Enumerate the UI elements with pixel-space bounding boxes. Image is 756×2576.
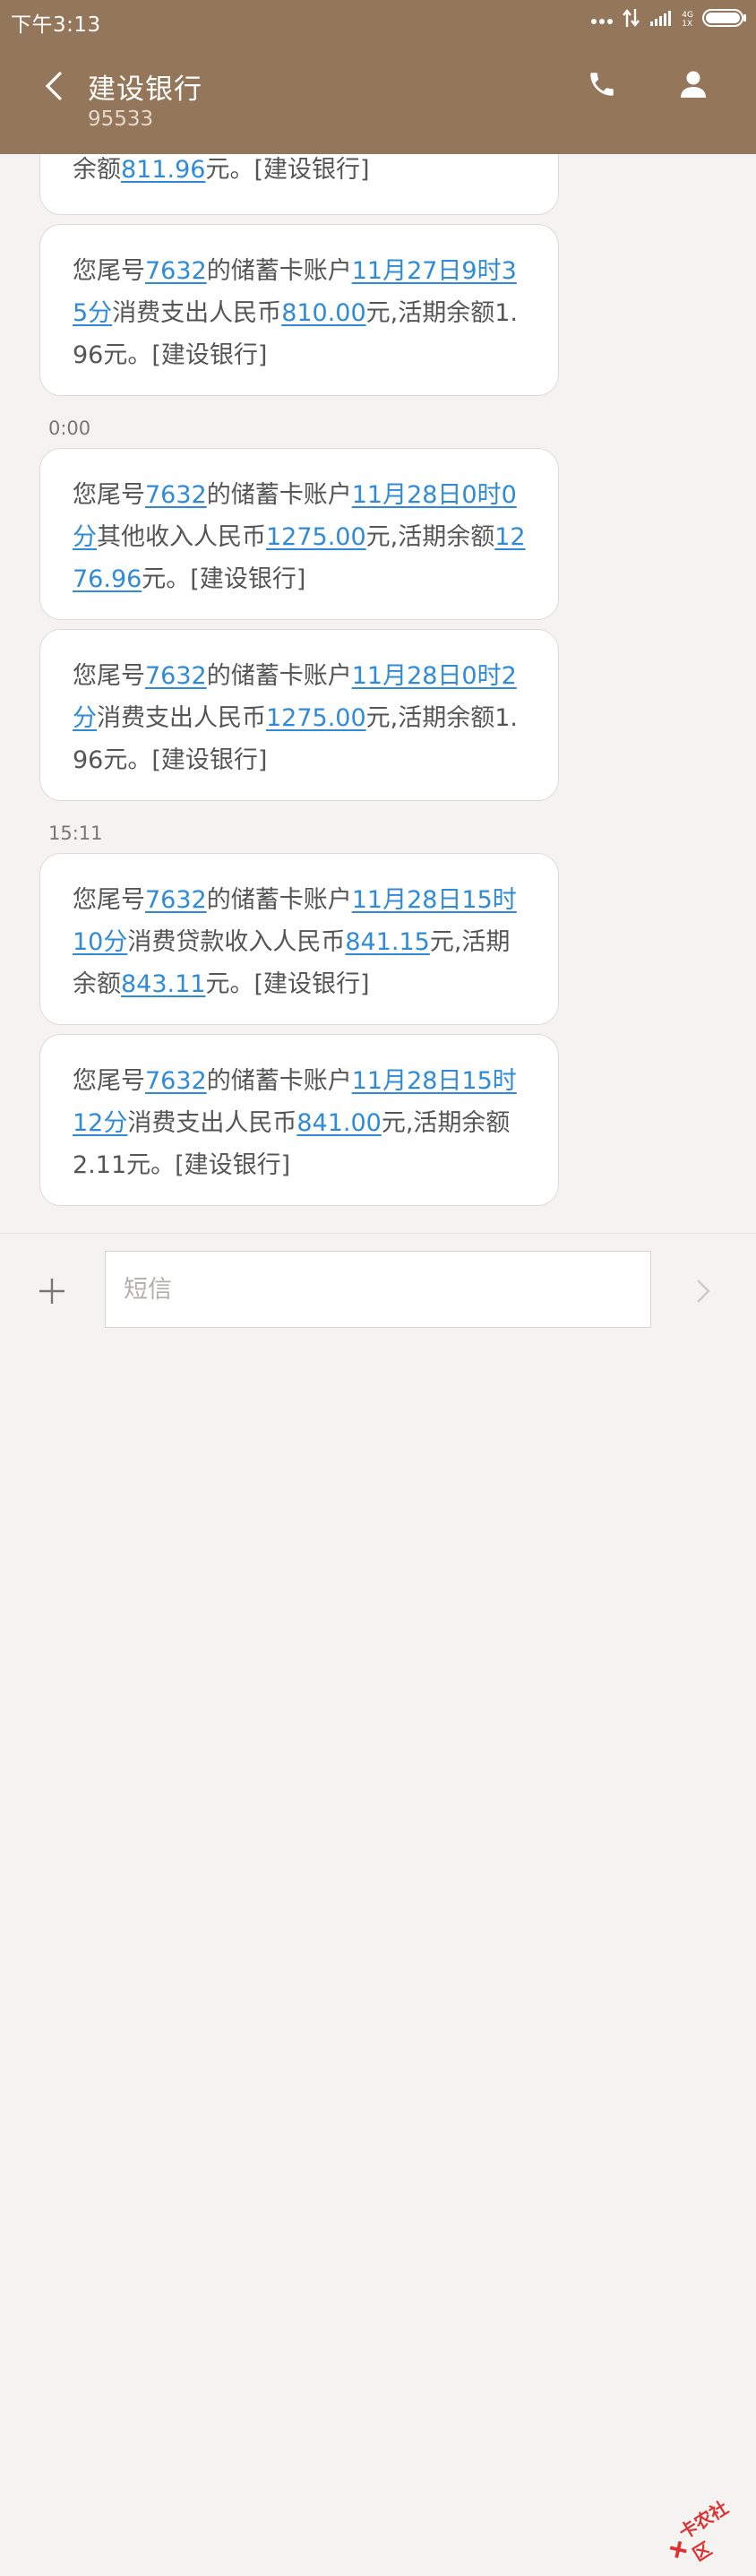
message-text-segment: 元,活期余额 [365,523,495,551]
status-icons: 4G 1X [590,9,747,30]
plus-icon [39,1279,64,1304]
message-text: 您尾号7632的储蓄卡账户11月28日0时0分其他收入人民币1275.00元,活… [73,481,526,593]
person-icon [681,71,706,98]
message-text-segment: 消费支出人民币 [112,299,282,327]
chevron-right-icon [697,1279,710,1303]
message-bubble[interactable]: 您尾号7632的储蓄卡账户11月28日0时2分消费支出人民币1275.00元,活… [39,629,559,801]
message-text-segment: 您尾号 [73,481,145,509]
message-link[interactable]: 1275.00 [266,523,366,551]
message-link[interactable]: 841.00 [296,1109,381,1137]
message-link[interactable]: 7632 [145,481,207,509]
message-text-segment: 消费支出人民币 [97,704,266,732]
contact-number: 95533 [88,108,154,131]
more-dots-icon [590,12,614,29]
network-type-label: 4G 1X [682,11,693,29]
message-link[interactable]: 7632 [145,662,207,690]
message-text-segment: 您尾号 [73,886,145,914]
message-link[interactable]: 811.96 [121,156,205,184]
message-text-segment: 其他收入人民币 [97,523,266,551]
status-time: 下午3:13 [11,13,101,37]
back-button[interactable] [36,65,72,108]
message-text-segment: 元。[建设银行] [205,970,370,998]
message-text-segment: 的储蓄卡账户 [206,886,352,914]
message-link[interactable]: 7632 [145,1067,207,1095]
send-button[interactable] [690,1271,717,1311]
message-timestamp: 0:00 [48,418,91,439]
message-timestamp: 15:11 [48,823,103,844]
conversation-header: 建设银行 95533 [0,39,756,154]
message-link[interactable]: 7632 [145,886,207,914]
message-text-segment: 的储蓄卡账户 [206,257,352,285]
watermark: 卡农社区 [660,2490,756,2572]
message-text-segment: 您尾号 [73,662,145,690]
sms-input[interactable] [105,1251,651,1328]
contact-name: 建设银行 [88,73,202,106]
message-text-segment: 消费支出人民币 [127,1109,297,1137]
call-button[interactable] [582,65,622,104]
message-text: 余额811.96元。[建设银行] [73,154,370,191]
status-bar: 下午3:13 4G 1X [0,0,756,39]
message-text-segment: 消费贷款收入人民币 [127,928,346,956]
add-attachment-button[interactable] [32,1271,72,1311]
message-text-segment: 的储蓄卡账户 [206,1067,352,1095]
message-text-segment: 的储蓄卡账户 [206,662,352,690]
data-transfer-icon [623,8,640,31]
message-bubble[interactable]: 余额811.96元。[建设银行] [39,154,559,215]
message-text-segment: 元。[建设银行] [142,565,306,593]
battery-icon [702,9,747,30]
message-link[interactable]: 810.00 [281,299,365,327]
message-bubble[interactable]: 您尾号7632的储蓄卡账户11月27日9时35分消费支出人民币810.00元,活… [39,224,559,396]
message-bubble[interactable]: 您尾号7632的储蓄卡账户11月28日15时10分消费贷款收入人民币841.15… [39,853,559,1025]
phone-icon [590,73,614,96]
message-bubble[interactable]: 您尾号7632的储蓄卡账户11月28日0时0分其他收入人民币1275.00元,活… [39,448,559,620]
message-text-segment: 您尾号 [73,1067,145,1095]
message-composer: 卡农社区 [0,1233,756,2565]
message-text-segment: 的储蓄卡账户 [206,481,352,509]
message-text-segment: 元。[建设银行] [205,156,370,184]
message-link[interactable]: 841.15 [345,928,429,956]
contact-profile-button[interactable] [674,65,713,104]
message-text: 您尾号7632的储蓄卡账户11月28日15时10分消费贷款收入人民币841.15… [73,886,517,998]
message-text-segment: 余额 [73,156,121,184]
message-link[interactable]: 7632 [145,257,207,285]
message-thread[interactable]: 余额811.96元。[建设银行] 您尾号7632的储蓄卡账户11月27日9时35… [0,154,756,1233]
message-bubble[interactable]: 您尾号7632的储蓄卡账户11月28日15时12分消费支出人民币841.00元,… [39,1034,559,1206]
signal-icon [649,9,673,30]
message-text-segment: 您尾号 [73,257,145,285]
message-text: 您尾号7632的储蓄卡账户11月28日15时12分消费支出人民币841.00元,… [73,1067,517,1179]
message-link[interactable]: 843.11 [121,970,205,998]
message-text: 您尾号7632的储蓄卡账户11月27日9时35分消费支出人民币810.00元,活… [73,257,518,369]
back-arrow-icon [45,72,62,100]
message-link[interactable]: 1275.00 [266,704,366,732]
message-text: 您尾号7632的储蓄卡账户11月28日0时2分消费支出人民币1275.00元,活… [73,662,518,774]
